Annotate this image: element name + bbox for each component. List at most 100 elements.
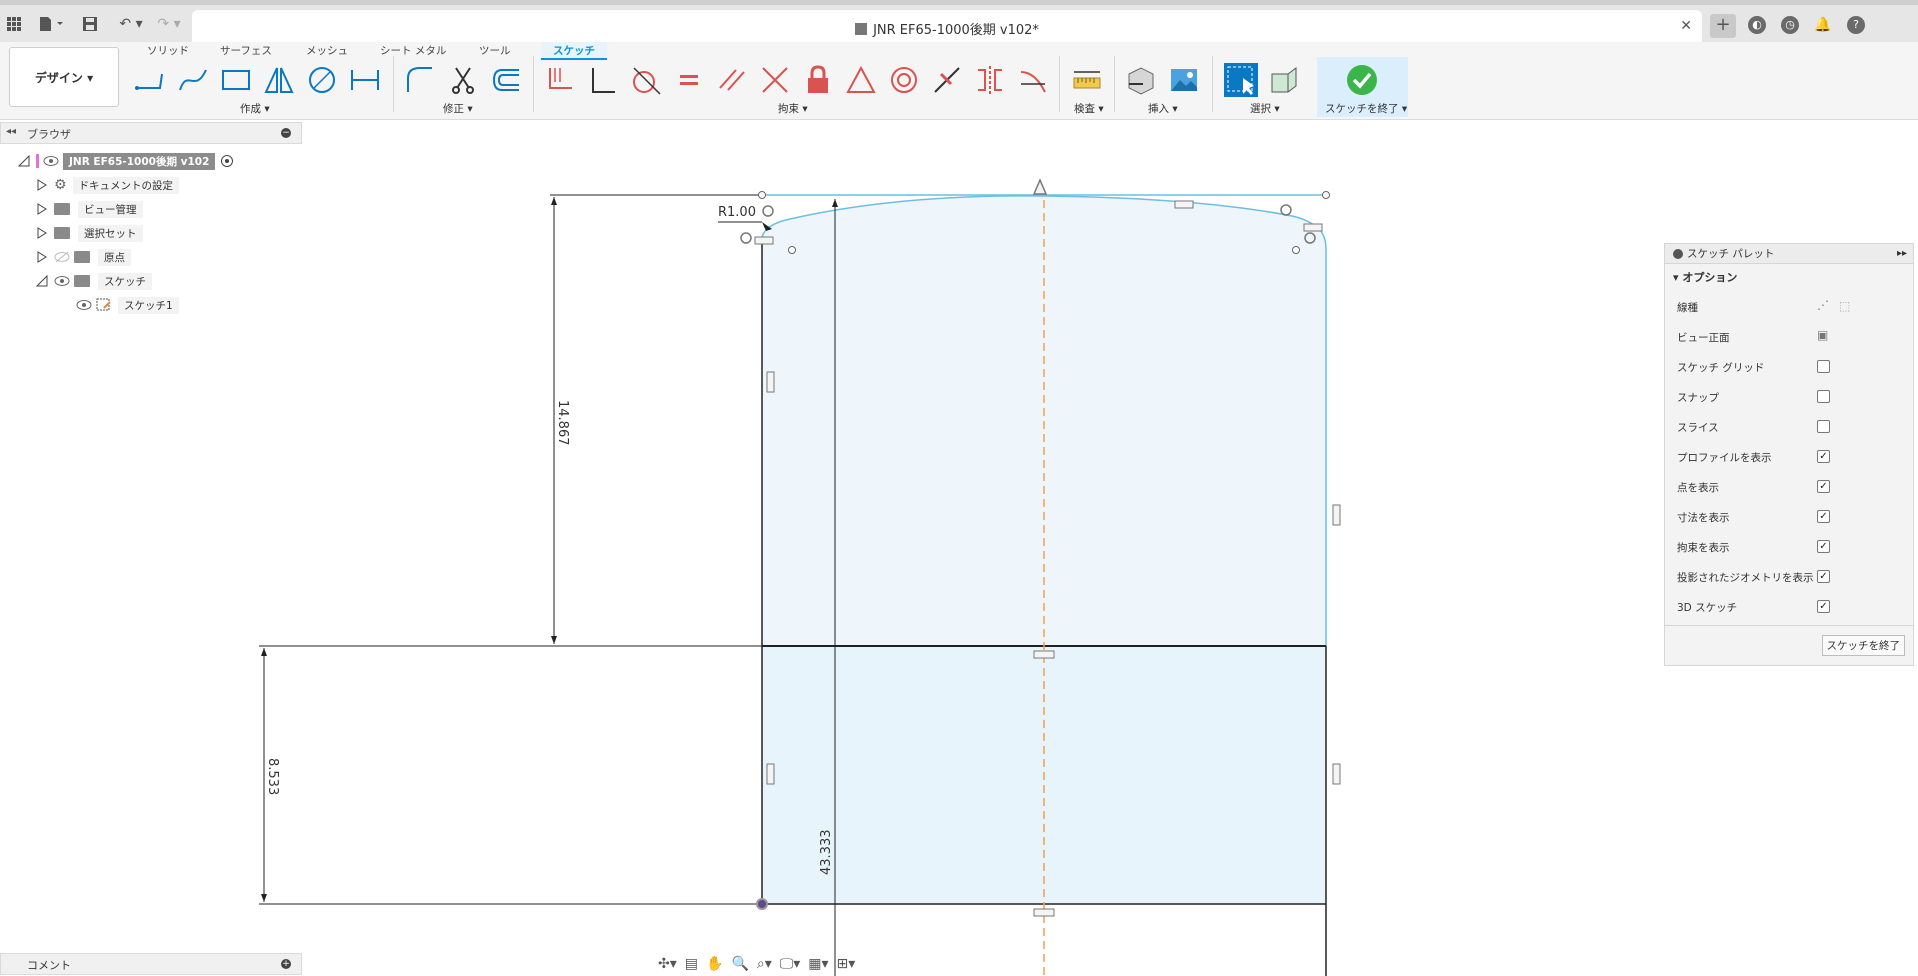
new-tab-button[interactable]: +	[1710, 14, 1736, 38]
measure-ruler-icon[interactable]	[1070, 63, 1104, 97]
add-comment-icon[interactable]: +	[281, 959, 291, 969]
modify-group-label[interactable]: 修正 ▾	[443, 101, 473, 116]
palette-minimize-icon[interactable]	[1673, 249, 1683, 259]
apps-grid-icon[interactable]	[6, 13, 22, 35]
insert-canvas-image-icon[interactable]	[1167, 63, 1201, 97]
centerline-linetype-icon[interactable]: ⬚	[1839, 299, 1850, 313]
coincident-constraint-icon[interactable]	[543, 63, 577, 97]
expanded-triangle-icon[interactable]	[36, 275, 48, 287]
select-group-label[interactable]: 選択 ▾	[1250, 101, 1280, 116]
dimension-label-height-offset[interactable]: 43.333	[819, 830, 834, 876]
help-icon[interactable]: ?	[1847, 16, 1865, 34]
orbit-icon[interactable]: ✣▾	[658, 956, 677, 972]
collapse-panel-icon[interactable]: ◂◂	[6, 126, 16, 137]
finish-sketch-label[interactable]: スケッチを終了 ▾	[1325, 101, 1407, 116]
notifications-bell-icon[interactable]: 🔔	[1814, 16, 1832, 34]
visibility-eye-icon[interactable]	[76, 299, 92, 311]
browser-item-label[interactable]: 原点	[98, 248, 131, 266]
viewports-icon[interactable]: ⊞▾	[837, 956, 856, 972]
show-projected-geometry-checkbox[interactable]: ✓	[1817, 570, 1830, 583]
collinear-constraint-icon[interactable]	[758, 63, 792, 97]
concentric-constraint-icon[interactable]	[887, 63, 921, 97]
inspect-group-label[interactable]: 検査 ▾	[1074, 101, 1104, 116]
sketch-palette-header[interactable]: スケッチ パレット ▸▸	[1665, 244, 1913, 264]
dimension-label-height-bottom[interactable]: 8.533	[265, 758, 280, 795]
save-icon[interactable]	[82, 13, 98, 35]
browser-root-node[interactable]: JNR EF65-1000後期 v102	[18, 152, 234, 170]
equal-constraint-icon[interactable]	[672, 63, 706, 97]
expanded-triangle-icon[interactable]	[18, 155, 30, 167]
tab-surface[interactable]: サーフェス	[220, 42, 272, 60]
tab-sheet-metal[interactable]: シート メタル	[380, 42, 446, 60]
dimension-line-tool-icon[interactable]	[348, 63, 382, 97]
insert-derive-icon[interactable]	[1124, 63, 1158, 97]
line-tool-icon[interactable]	[133, 63, 167, 97]
sketch-geometry[interactable]: 14.867 8.533 43.333 R1.00	[0, 122, 1918, 976]
show-points-checkbox[interactable]: ✓	[1817, 480, 1830, 493]
browser-root-label[interactable]: JNR EF65-1000後期 v102	[63, 152, 216, 170]
offset-tool-icon[interactable]	[489, 63, 523, 97]
midpoint-constraint-icon[interactable]	[930, 63, 964, 97]
sketch-grid-checkbox[interactable]	[1817, 360, 1830, 373]
symmetry-constraint-glyph[interactable]	[1032, 178, 1048, 195]
browser-item-label[interactable]: ドキュメントの設定	[72, 176, 180, 194]
pan-hand-icon[interactable]: ✋	[706, 956, 723, 972]
tab-tools[interactable]: ツール	[479, 42, 511, 60]
options-section-header[interactable]: ▾ オプション	[1665, 264, 1913, 292]
grid-settings-icon[interactable]: ▦▾	[808, 956, 828, 972]
constraints-group-label[interactable]: 拘束 ▾	[778, 101, 808, 116]
undo-icon[interactable]: ↶ ▾	[116, 13, 146, 35]
tab-solid[interactable]: ソリッド	[147, 42, 189, 60]
palette-finish-sketch-button[interactable]: スケッチを終了	[1821, 635, 1905, 656]
zoom-icon[interactable]: 🔍	[731, 956, 748, 972]
tab-sketch[interactable]: スケッチ	[541, 42, 607, 60]
browser-item-label[interactable]: ビュー管理	[78, 200, 143, 218]
trim-scissors-icon[interactable]	[446, 63, 480, 97]
mirror-tool-icon[interactable]	[262, 63, 296, 97]
visibility-eye-icon[interactable]	[54, 275, 70, 287]
browser-item-label[interactable]: スケッチ	[98, 272, 152, 290]
display-settings-icon[interactable]: 🖵▾	[780, 956, 801, 972]
browser-item-named-views[interactable]: ビュー管理	[36, 200, 143, 218]
browser-panel-header[interactable]: ◂◂ ブラウザ −	[0, 122, 302, 144]
look-at-icon[interactable]: ▣	[1817, 329, 1828, 343]
tab-mesh[interactable]: メッシュ	[306, 42, 348, 60]
close-tab-icon[interactable]: ✕	[1680, 18, 1692, 34]
extensions-icon[interactable]: ◐	[1748, 16, 1766, 34]
rectangle-tool-icon[interactable]	[219, 63, 253, 97]
visibility-eye-icon[interactable]	[43, 155, 59, 167]
collapsed-triangle-icon[interactable]	[36, 203, 48, 215]
curvature-constraint-icon[interactable]	[1016, 63, 1050, 97]
browser-item-sketches[interactable]: スケッチ	[36, 272, 152, 290]
parallel-constraint-icon[interactable]	[715, 63, 749, 97]
select-priority-box-icon[interactable]	[1267, 63, 1301, 97]
look-at-nav-icon[interactable]: ▤	[685, 956, 698, 972]
origin-point[interactable]	[756, 898, 768, 910]
tangent-constraint-icon[interactable]	[629, 63, 663, 97]
perpendicular-constraint-icon[interactable]	[586, 63, 620, 97]
browser-item-selection-sets[interactable]: 選択セット	[36, 224, 143, 242]
spline-tool-icon[interactable]	[176, 63, 210, 97]
finish-sketch-check-icon[interactable]	[1345, 63, 1379, 97]
browser-item-label[interactable]: 選択セット	[78, 224, 143, 242]
insert-group-label[interactable]: 挿入 ▾	[1148, 101, 1178, 116]
redo-icon[interactable]: ↷ ▾	[154, 13, 184, 35]
snap-checkbox[interactable]	[1817, 390, 1830, 403]
fix-lock-icon[interactable]	[801, 63, 835, 97]
dimension-label-radius[interactable]: R1.00	[718, 205, 756, 220]
triangle-constraint-icon[interactable]	[844, 63, 878, 97]
collapsed-triangle-icon[interactable]	[36, 251, 48, 263]
show-constraints-checkbox[interactable]: ✓	[1817, 540, 1830, 553]
collapsed-triangle-icon[interactable]	[36, 179, 48, 191]
expand-palette-icon[interactable]: ▸▸	[1897, 244, 1907, 264]
create-group-label[interactable]: 作成 ▾	[240, 101, 270, 116]
browser-item-origin[interactable]: 原点	[36, 248, 131, 266]
collapsed-triangle-icon[interactable]	[36, 227, 48, 239]
select-window-icon[interactable]	[1224, 63, 1258, 97]
symmetry-constraint-icon[interactable]	[973, 63, 1007, 97]
show-dimensions-checkbox[interactable]: ✓	[1817, 510, 1830, 523]
browser-minimize-icon[interactable]: −	[281, 128, 291, 138]
browser-item-sketch1[interactable]: スケッチ1	[76, 296, 179, 314]
file-menu-icon[interactable]	[36, 13, 68, 35]
slice-checkbox[interactable]	[1817, 420, 1830, 433]
